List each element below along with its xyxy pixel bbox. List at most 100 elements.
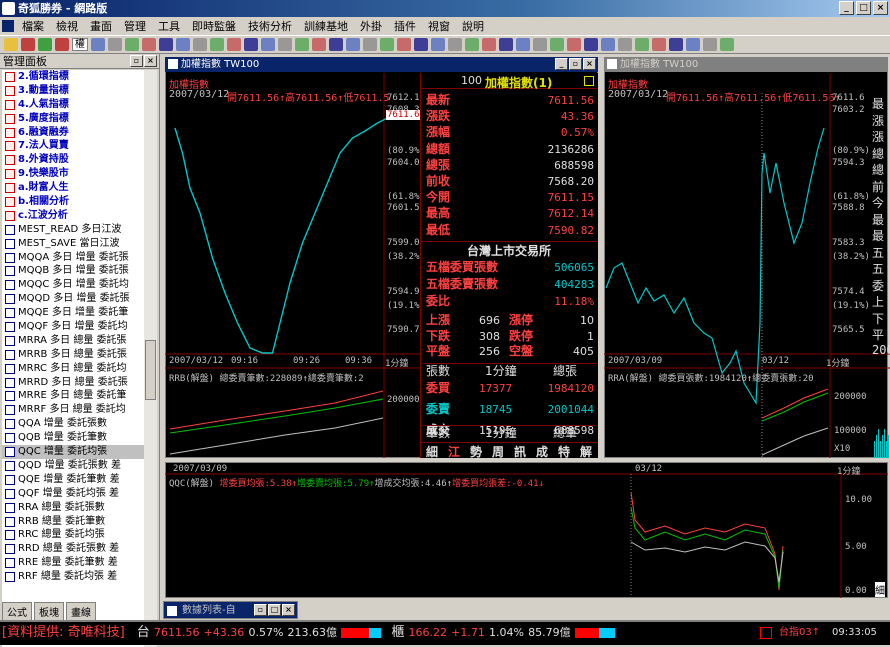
menu-item[interactable]: 技術分析: [242, 18, 298, 34]
formula-item[interactable]: 9.快樂股市: [2, 167, 144, 181]
toolbar-icon[interactable]: [176, 38, 190, 51]
menu-doc-icon[interactable]: [2, 20, 14, 32]
formula-item[interactable]: 5.廣度指標: [2, 112, 144, 126]
quote-tab[interactable]: 訊: [514, 443, 526, 459]
menu-item[interactable]: 說明: [456, 18, 490, 34]
formula-item[interactable]: MRRB 多日 總量 委託張: [2, 348, 144, 362]
toolbar-icon[interactable]: [465, 38, 479, 51]
toolbar-icon[interactable]: [38, 38, 52, 51]
toolbar-icon[interactable]: [533, 38, 547, 51]
menu-item[interactable]: 視窗: [422, 18, 456, 34]
quote-tab[interactable]: 特: [558, 443, 570, 459]
formula-item[interactable]: RRF 總量 委託均張 差: [2, 570, 144, 584]
toolbar-icon[interactable]: [295, 38, 309, 51]
toolbar-icon[interactable]: [431, 38, 445, 51]
datalist-restore-button[interactable]: ▫: [254, 604, 267, 616]
formula-item[interactable]: MQQF 多日 增量 委託均: [2, 320, 144, 334]
quote-tab[interactable]: 細: [426, 443, 438, 459]
formula-item[interactable]: a.財富人生: [2, 181, 144, 195]
formula-item[interactable]: QQF 增量 委託均張 差: [2, 487, 144, 501]
toolbar-icon[interactable]: [159, 38, 173, 51]
menu-item[interactable]: 插件: [388, 18, 422, 34]
formula-item[interactable]: b.相關分析: [2, 195, 144, 209]
toolbar-icon[interactable]: [601, 38, 615, 51]
formula-item[interactable]: MRRC 多日 總量 委託均: [2, 362, 144, 376]
toolbar-icon[interactable]: [703, 38, 717, 51]
toolbar-icon[interactable]: [686, 38, 700, 51]
toolbar-icon[interactable]: [21, 38, 35, 51]
formula-item[interactable]: MQQA 多日 增量 委託張: [2, 251, 144, 265]
toolbar-icon[interactable]: [125, 38, 139, 51]
minimize-button[interactable]: _: [839, 1, 854, 15]
quote-tab[interactable]: 勢: [470, 443, 482, 459]
menu-item[interactable]: 檢視: [50, 18, 84, 34]
formula-item[interactable]: MEST_READ 多日江波: [2, 223, 144, 237]
window1-restore-button[interactable]: ▫: [569, 58, 582, 70]
formula-item[interactable]: MRRD 多日 總量 委託張: [2, 376, 144, 390]
toolbar-icon[interactable]: [652, 38, 666, 51]
menu-item[interactable]: 即時監盤: [186, 18, 242, 34]
alert-icon[interactable]: [760, 627, 772, 639]
quote-menu-icon[interactable]: [584, 76, 594, 86]
formula-item[interactable]: MRRF 多日 總量 委託均: [2, 403, 144, 417]
datalist-maximize-button[interactable]: □: [268, 604, 281, 616]
toolbar-icon[interactable]: [720, 38, 734, 51]
formula-item[interactable]: 4.人氣指標: [2, 98, 144, 112]
toolbar-icon[interactable]: [397, 38, 411, 51]
period-select[interactable]: 權: [72, 38, 88, 51]
menu-item[interactable]: 畫面: [84, 18, 118, 34]
formula-item[interactable]: MQQD 多日 增量 委託張: [2, 292, 144, 306]
toolbar-icon[interactable]: [499, 38, 513, 51]
toolbar-icon[interactable]: [278, 38, 292, 51]
toolbar-icon[interactable]: [108, 38, 122, 51]
toolbar-icon[interactable]: [584, 38, 598, 51]
menu-item[interactable]: 工具: [152, 18, 186, 34]
toolbar-icon[interactable]: [55, 38, 69, 51]
formula-item[interactable]: RRA 總量 委託張數: [2, 501, 144, 515]
panel-tab[interactable]: 板塊: [34, 601, 64, 621]
toolbar-icon[interactable]: [618, 38, 632, 51]
panel-pin-button[interactable]: ▫: [130, 55, 143, 67]
menu-item[interactable]: 外掛: [354, 18, 388, 34]
formula-item[interactable]: 3.動量指標: [2, 84, 144, 98]
toolbar-icon[interactable]: [312, 38, 326, 51]
formula-item[interactable]: RRD 總量 委託張數 差: [2, 542, 144, 556]
toolbar-icon[interactable]: [635, 38, 649, 51]
maximize-button[interactable]: □: [856, 1, 871, 15]
panel-scrollbar[interactable]: [144, 70, 157, 647]
window1-close-button[interactable]: ×: [583, 58, 596, 70]
indicator-corner-tab[interactable]: 細: [875, 582, 885, 597]
quote-tab[interactable]: 江: [448, 443, 460, 459]
formula-item[interactable]: QQC 增量 委託均張: [2, 445, 144, 459]
formula-item[interactable]: QQA 增量 委託張數: [2, 417, 144, 431]
toolbar-icon[interactable]: [482, 38, 496, 51]
panel-tab[interactable]: 公式: [2, 601, 32, 621]
menu-item[interactable]: 訓練基地: [298, 18, 354, 34]
quote-tab[interactable]: 解: [580, 443, 592, 459]
formula-item[interactable]: QQD 增量 委託張數 差: [2, 459, 144, 473]
window1-minimize-button[interactable]: _: [555, 58, 568, 70]
formula-item[interactable]: 7.法人買賣: [2, 139, 144, 153]
formula-item[interactable]: MEST_SAVE 當日江波: [2, 237, 144, 251]
formula-item[interactable]: MQQC 多日 增量 委託均: [2, 278, 144, 292]
toolbar-icon[interactable]: [4, 38, 18, 51]
toolbar-icon[interactable]: [227, 38, 241, 51]
close-button[interactable]: ×: [873, 1, 888, 15]
menu-item[interactable]: 管理: [118, 18, 152, 34]
formula-item[interactable]: RRB 總量 委託筆數: [2, 515, 144, 529]
toolbar-icon[interactable]: [550, 38, 564, 51]
panel-tab[interactable]: 畫線: [66, 601, 96, 621]
formula-item[interactable]: 8.外資持股: [2, 153, 144, 167]
toolbar-icon[interactable]: [244, 38, 258, 51]
formula-item[interactable]: MRRA 多日 總量 委託張: [2, 334, 144, 348]
toolbar-icon[interactable]: [448, 38, 462, 51]
toolbar-icon[interactable]: [142, 38, 156, 51]
menu-item[interactable]: 檔案: [16, 18, 50, 34]
toolbar-icon[interactable]: [261, 38, 275, 51]
toolbar-icon[interactable]: [414, 38, 428, 51]
panel-close-button[interactable]: ×: [144, 55, 157, 67]
formula-item[interactable]: 6.融資融券: [2, 126, 144, 140]
toolbar-icon[interactable]: [567, 38, 581, 51]
formula-item[interactable]: MQQE 多日 增量 委託筆: [2, 306, 144, 320]
datalist-close-button[interactable]: ×: [282, 604, 295, 616]
